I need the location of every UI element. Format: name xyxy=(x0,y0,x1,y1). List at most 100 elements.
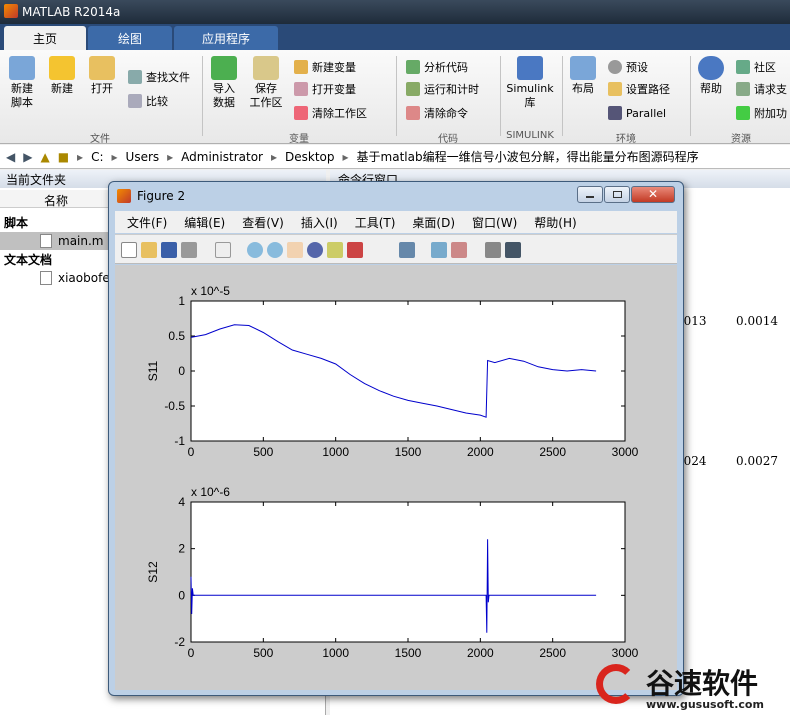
folder-up-icon[interactable]: ▲ xyxy=(40,150,49,164)
new-variable-button[interactable]: 新建变量 xyxy=(294,58,356,76)
addons-icon xyxy=(736,106,750,120)
tab-home[interactable]: 主页 xyxy=(4,26,86,50)
parallel-button[interactable]: Parallel xyxy=(608,104,666,122)
addons-button[interactable]: 附加功 xyxy=(736,104,787,122)
legend-icon[interactable] xyxy=(451,242,467,258)
open-file-icon[interactable] xyxy=(141,242,157,258)
clear-workspace-icon xyxy=(294,106,308,120)
y-tick-label: 1 xyxy=(178,294,185,308)
request-support-button[interactable]: 请求支 xyxy=(736,80,787,98)
analyze-code-button[interactable]: 分析代码 xyxy=(406,58,468,76)
import-data-button[interactable]: 导入 数据 xyxy=(206,56,242,110)
breadcrumb-separator: ▸ xyxy=(77,149,84,164)
zoom-in-icon[interactable] xyxy=(247,242,263,258)
find-files-button[interactable]: 查找文件 xyxy=(128,68,190,86)
y-tick-label: 0 xyxy=(178,364,185,378)
figure-title: Figure 2 xyxy=(137,189,186,203)
plot-area: 0 500 1000 1500 2000 2500 3000 -1 -0.5 0 0.5 1 S11 x … xyxy=(115,265,677,690)
text-file-icon xyxy=(40,271,52,285)
print-icon[interactable] xyxy=(181,242,197,258)
new-script-icon xyxy=(9,56,35,80)
group-label-variable: 变量 xyxy=(289,134,309,145)
menu-desktop[interactable]: 桌面(D) xyxy=(412,214,455,231)
new-script-button[interactable]: 新建 脚本 xyxy=(4,56,40,110)
rotate-icon[interactable] xyxy=(307,242,323,258)
layout-button[interactable]: 布局 xyxy=(566,56,600,96)
menu-tools[interactable]: 工具(T) xyxy=(355,214,396,231)
brush-icon[interactable] xyxy=(347,242,363,258)
minimize-button[interactable] xyxy=(577,186,603,203)
find-files-icon xyxy=(128,70,142,84)
ribbon-tabs: 主页 绘图 应用程序 xyxy=(0,24,790,50)
clear-workspace-button[interactable]: 清除工作区 xyxy=(294,104,367,122)
breadcrumb-folder[interactable]: 基于matlab编程一维信号小波包分解，得出能量分布图源码程序 xyxy=(357,148,699,165)
y-tick-label: -2 xyxy=(174,635,185,649)
hide-plot-tools-icon[interactable] xyxy=(485,242,501,258)
tab-apps[interactable]: 应用程序 xyxy=(174,26,278,50)
menu-help[interactable]: 帮助(H) xyxy=(534,214,576,231)
plots-svg: 0 500 1000 1500 2000 2500 3000-1-0.500.51S11x … xyxy=(146,284,639,660)
analyze-icon xyxy=(406,60,420,74)
menu-insert[interactable]: 插入(I) xyxy=(301,214,338,231)
save-icon[interactable] xyxy=(161,242,177,258)
m-file-icon xyxy=(40,234,52,248)
forward-icon[interactable]: ▶ xyxy=(23,150,32,164)
x-tick-label: 2500 xyxy=(539,445,566,459)
new-figure-icon[interactable] xyxy=(121,242,137,258)
menu-edit[interactable]: 编辑(E) xyxy=(184,214,225,231)
breadcrumb-desktop[interactable]: Desktop xyxy=(285,150,335,164)
show-plot-tools-icon[interactable] xyxy=(505,242,521,258)
figure-titlebar[interactable]: Figure 2 ✕ xyxy=(109,182,683,210)
watermark-url: www.gususoft.com xyxy=(646,698,764,711)
community-button[interactable]: 社区 xyxy=(736,58,776,76)
menu-view[interactable]: 查看(V) xyxy=(242,214,284,231)
compare-button[interactable]: 比较 xyxy=(128,92,168,110)
breadcrumb-users[interactable]: Users xyxy=(126,150,160,164)
x-tick-label: 500 xyxy=(253,445,273,459)
open-button[interactable]: 打开 xyxy=(86,56,118,96)
minimize-icon xyxy=(586,196,594,198)
new-variable-icon xyxy=(294,60,308,74)
breadcrumb-c[interactable]: C: xyxy=(91,150,103,164)
group-scripts[interactable]: 脚本 xyxy=(4,214,28,231)
pointer-icon[interactable] xyxy=(215,242,231,258)
browse-folder-icon[interactable]: ■ xyxy=(58,150,69,164)
tab-plots[interactable]: 绘图 xyxy=(88,26,172,50)
menu-file[interactable]: 文件(F) xyxy=(127,214,167,231)
file-name: xiaobofe xyxy=(58,271,110,285)
new-button[interactable]: 新建 xyxy=(46,56,78,96)
x-tick-label: 3000 xyxy=(612,445,639,459)
breadcrumb-administrator[interactable]: Administrator xyxy=(181,150,263,164)
simulink-library-button[interactable]: Simulink 库 xyxy=(504,56,556,110)
run-and-time-button[interactable]: 运行和计时 xyxy=(406,80,479,98)
ribbon-divider xyxy=(396,56,397,136)
set-path-button[interactable]: 设置路径 xyxy=(608,80,670,98)
clear-commands-button[interactable]: 清除命令 xyxy=(406,104,468,122)
help-icon xyxy=(698,56,724,80)
maximize-icon xyxy=(612,191,622,198)
colorbar-icon[interactable] xyxy=(431,242,447,258)
run-time-icon xyxy=(406,82,420,96)
maximize-button[interactable] xyxy=(604,186,630,203)
menu-window[interactable]: 窗口(W) xyxy=(472,214,517,231)
group-text-docs[interactable]: 文本文档 xyxy=(4,251,52,268)
ribbon: 新建 脚本 新建 打开 查找文件 比较 文件 导入 数据 保存 工作区 新建变量… xyxy=(0,50,790,145)
preferences-button[interactable]: 预设 xyxy=(608,58,648,76)
back-icon[interactable]: ◀ xyxy=(6,150,15,164)
pan-hand-icon[interactable] xyxy=(287,242,303,258)
open-variable-button[interactable]: 打开变量 xyxy=(294,80,356,98)
zoom-out-icon[interactable] xyxy=(267,242,283,258)
data-cursor-icon[interactable] xyxy=(327,242,343,258)
column-name[interactable]: 名称 xyxy=(44,192,68,209)
link-plot-icon[interactable] xyxy=(399,242,415,258)
x-tick-label: 2500 xyxy=(539,646,566,660)
help-button[interactable]: 帮助 xyxy=(694,56,728,96)
group-label-environment: 环境 xyxy=(616,134,636,145)
save-workspace-icon xyxy=(253,56,279,80)
save-workspace-button[interactable]: 保存 工作区 xyxy=(246,56,286,110)
y-tick-label: -1 xyxy=(174,434,185,448)
address-bar[interactable]: ◀ ▶ ▲ ■ ▸ C: ▸ Users ▸ Administrator ▸ D… xyxy=(0,145,790,169)
close-button[interactable]: ✕ xyxy=(631,186,675,203)
ribbon-divider xyxy=(500,56,501,136)
axis-scale-label: x 10^-5 xyxy=(191,284,230,298)
